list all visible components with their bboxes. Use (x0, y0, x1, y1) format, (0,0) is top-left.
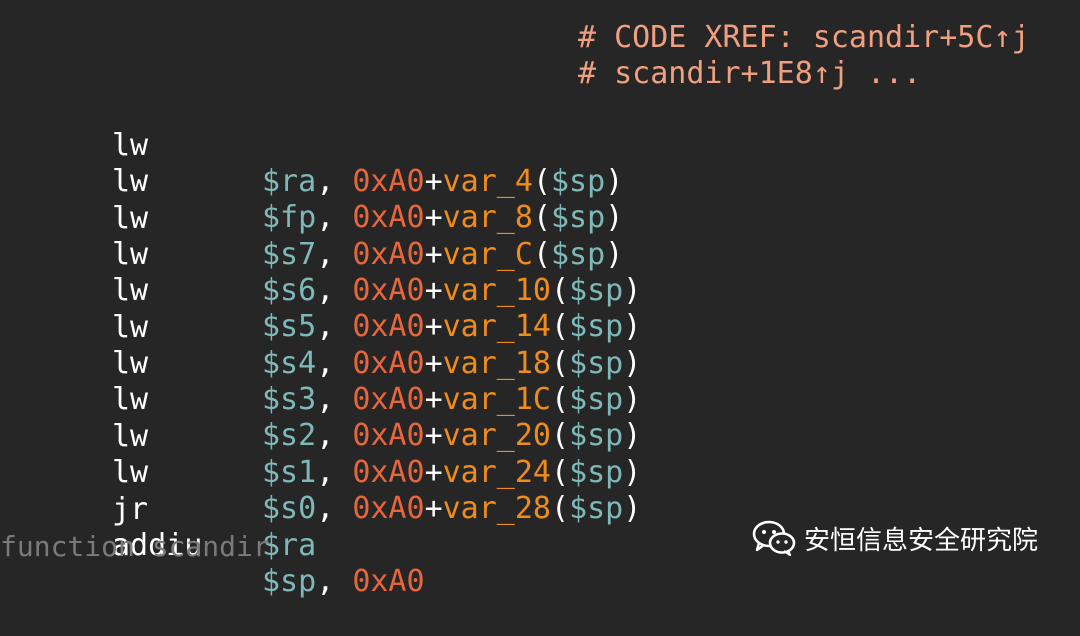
register: $s2 (262, 418, 317, 453)
register: $sp (262, 564, 317, 599)
register: $s6 (262, 273, 317, 308)
instruction-row[interactable]: lw $s6, 0xA0+var_10($sp) (0, 201, 641, 308)
base-register: $sp (569, 273, 624, 308)
mnemonic: lw (112, 237, 149, 272)
instruction-row[interactable]: lw $s7, 0xA0+var_C($sp) (0, 165, 623, 272)
base-register: $sp (569, 418, 624, 453)
instruction-row[interactable]: lw $s5, 0xA0+var_14($sp) (0, 237, 641, 344)
register: $fp (262, 200, 317, 235)
operands: $fp, 0xA0+var_8($sp) (262, 200, 624, 235)
mnemonic: lw (112, 201, 149, 236)
base-register: $sp (551, 200, 606, 235)
instruction-row[interactable]: lw $s2, 0xA0+var_20($sp) (0, 346, 641, 453)
mnemonic: lw (112, 273, 149, 308)
operands: $ra (262, 528, 316, 564)
mnemonic: lw (112, 164, 149, 199)
instruction-row-jr[interactable]: jr $ra (0, 456, 316, 563)
instruction-row[interactable]: lw $s0, 0xA0+var_28($sp) (0, 419, 641, 526)
base-register: $sp (569, 309, 624, 344)
stack-variable: var_14 (442, 309, 551, 344)
operands: $s5, 0xA0+var_14($sp) (262, 309, 642, 344)
operands: $s6, 0xA0+var_10($sp) (262, 273, 642, 308)
stack-variable: var_18 (442, 346, 551, 381)
immediate: 0xA0 (352, 382, 425, 417)
base-register: $sp (569, 346, 624, 381)
register: $ra (262, 164, 317, 199)
watermark-text: 安恒信息安全研究院 (804, 525, 1039, 556)
instruction-row[interactable]: lw $s1, 0xA0+var_24($sp) (0, 383, 641, 490)
stack-variable: var_10 (442, 273, 551, 308)
register: $s0 (262, 491, 317, 526)
watermark: 安恒信息安全研究院 (752, 516, 1038, 560)
stack-variable: var_C (442, 237, 533, 272)
register: $s7 (262, 237, 317, 272)
stack-variable: var_4 (442, 164, 533, 199)
operands: $s2, 0xA0+var_20($sp) (262, 418, 642, 453)
disassembly-view: # CODE XREF: scandir+5C↑j # scandir+1E8↑… (0, 0, 1080, 599)
register: $ra (262, 528, 317, 563)
immediate: 0xA0 (352, 418, 425, 453)
instruction-row[interactable]: lw $s3, 0xA0+var_1C($sp) (0, 310, 641, 417)
operands: $s1, 0xA0+var_24($sp) (262, 455, 642, 490)
operands: $s0, 0xA0+var_28($sp) (262, 491, 642, 526)
mnemonic: lw (112, 419, 149, 454)
operands: $s4, 0xA0+var_18($sp) (262, 346, 642, 381)
immediate: 0xA0 (352, 164, 425, 199)
register: $s3 (262, 382, 317, 417)
mnemonic: lw (112, 310, 149, 345)
end-function-label: function scandir (0, 530, 270, 563)
instruction-row[interactable]: lw $s4, 0xA0+var_18($sp) (0, 274, 641, 381)
immediate: 0xA0 (352, 309, 425, 344)
mnemonic: jr (112, 492, 149, 527)
base-register: $sp (551, 164, 606, 199)
immediate: 0xA0 (352, 237, 425, 272)
base-register: $sp (569, 455, 624, 490)
xref-comment-1: # CODE XREF: scandir+5C↑j (578, 20, 1030, 55)
stack-variable: var_24 (442, 455, 551, 490)
wechat-icon (752, 519, 796, 557)
mnemonic: lw (112, 455, 149, 490)
stack-variable: var_1C (442, 382, 551, 417)
immediate: 0xA0 (352, 346, 425, 381)
register: $s5 (262, 309, 317, 344)
operands: $s7, 0xA0+var_C($sp) (262, 237, 624, 272)
instruction-row[interactable]: lw $fp, 0xA0+var_8($sp) (0, 128, 623, 235)
immediate: 0xA0 (352, 273, 425, 308)
stack-variable: var_20 (442, 418, 551, 453)
register: $s4 (262, 346, 317, 381)
mnemonic: lw (112, 346, 149, 381)
operands: $ra, 0xA0+var_4($sp) (262, 164, 624, 199)
mnemonic: lw (112, 128, 149, 163)
mnemonic: lw (112, 382, 149, 417)
register: $s1 (262, 455, 317, 490)
operands: $sp, 0xA0 (262, 564, 425, 599)
immediate: 0xA0 (352, 200, 425, 235)
immediate: 0xA0 (352, 491, 425, 526)
base-register: $sp (569, 382, 624, 417)
base-register: $sp (551, 237, 606, 272)
operands: $s3, 0xA0+var_1C($sp) (262, 382, 642, 417)
instruction-row[interactable]: lw $ra, 0xA0+var_4($sp) (0, 92, 623, 199)
stack-variable: var_28 (442, 491, 551, 526)
immediate: 0xA0 (352, 455, 425, 490)
base-register: $sp (569, 491, 624, 526)
instruction-row-addiu[interactable]: addiu $sp, 0xA0 (0, 492, 425, 599)
immediate: 0xA0 (352, 564, 425, 599)
xref-comment-2: # scandir+1E8↑j ... (578, 56, 922, 91)
stack-variable: var_8 (442, 200, 533, 235)
